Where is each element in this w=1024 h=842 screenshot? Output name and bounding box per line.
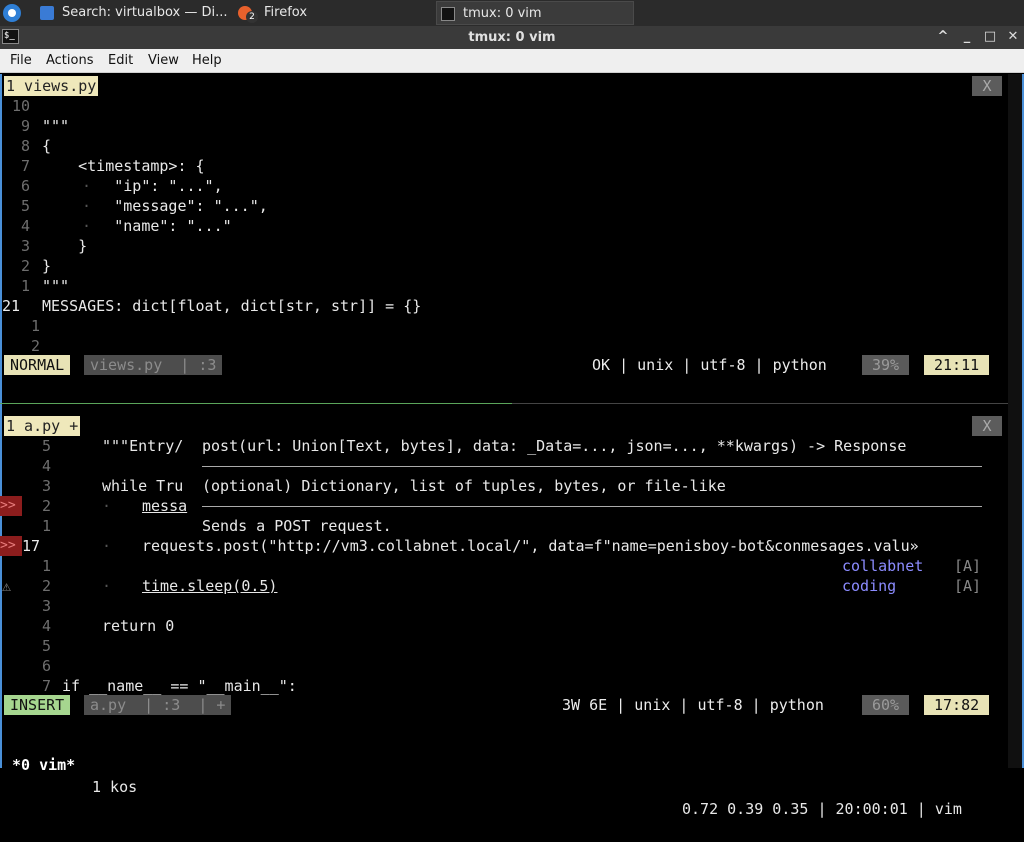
taskbar-task-label: tmux: 0 vim [463, 6, 542, 21]
scrollbar[interactable] [1008, 74, 1022, 768]
tmux-statusbar: *0 vim* 1 kos 0.72 0.39 0.35 | 20:00:01 … [2, 732, 1008, 818]
terminal-icon [441, 7, 455, 21]
signature-doc: (optional) Dictionary, list of tuples, b… [202, 477, 726, 495]
tab-views-py[interactable]: 1 views.py [4, 76, 99, 96]
error-sign: >> [0, 496, 22, 516]
scroll-percent: 60% [862, 695, 910, 715]
taskbar-task-label: Search: virtualbox — Di... [62, 5, 228, 20]
file-info: 3W 6E | unix | utf-8 | python [562, 696, 824, 714]
warning-icon: ⚠ [2, 577, 12, 595]
file-indicator: views.py | :3 [84, 355, 223, 375]
statusline-top: NORMAL views.py | :3 OK | unix | utf-8 |… [2, 355, 1002, 375]
error-sign: >> [0, 536, 22, 556]
minimize-button[interactable]: ^ [934, 28, 952, 46]
completion-item[interactable]: collabnet [A] [842, 556, 981, 576]
taskbar-task-tmux[interactable]: tmux: 0 vim [436, 1, 634, 25]
taskbar-task-label: Firefox [264, 5, 308, 20]
cursor-position: 21:11 [924, 355, 990, 375]
terminal[interactable]: 1 views.py X 10 9 """ 8{ 7 <timestamp>: {… [0, 74, 1024, 818]
tmux-window[interactable]: *0 vim* [12, 754, 75, 776]
mode-indicator: INSERT [4, 695, 71, 715]
statusline-bottom: INSERT a.py | :3 | + 3W 6E | unix | utf-… [2, 695, 1002, 715]
menu-file[interactable]: File [10, 49, 32, 73]
maximize-button[interactable]: _ [958, 28, 976, 46]
window-titlebar[interactable]: $_ tmux: 0 vim ^ _ □ ✕ [0, 26, 1024, 49]
taskbar-task-firefox[interactable]: 2 Firefox [236, 1, 432, 25]
taskbar-task-search[interactable]: Search: virtualbox — Di... [36, 1, 232, 25]
signature-divider [202, 506, 982, 507]
tmux-session: 1 kos [92, 778, 138, 796]
taskbar: Search: virtualbox — Di... 2 Firefox tmu… [0, 0, 1024, 26]
signature-summary: Sends a POST request. [202, 517, 392, 535]
menu-actions[interactable]: Actions [46, 49, 94, 73]
file-info: OK | unix | utf-8 | python [592, 356, 827, 374]
signature-help: post(url: Union[Text, bytes], data: _Dat… [202, 437, 907, 455]
menu-help[interactable]: Help [192, 49, 222, 73]
menu-edit[interactable]: Edit [108, 49, 133, 73]
completion-item[interactable]: coding [A] [842, 576, 981, 596]
cursor-position: 17:82 [924, 695, 990, 715]
close-tab-button[interactable]: X [972, 416, 1002, 436]
signature-divider [202, 466, 982, 467]
window-count-badge: 2 [246, 11, 258, 23]
close-tab-button[interactable]: X [972, 76, 1002, 96]
pane-separator[interactable] [0, 403, 1024, 405]
menu-view[interactable]: View [148, 49, 179, 73]
menu-bar: File Actions Edit View Help [0, 49, 1024, 73]
window-title: tmux: 0 vim [468, 30, 556, 45]
file-indicator: a.py | :3 | + [84, 695, 232, 715]
window-icon [40, 6, 54, 20]
mode-indicator: NORMAL [4, 355, 71, 375]
close-window-button[interactable]: ✕ [1004, 28, 1022, 46]
tab-a-py[interactable]: 1 a.py + [4, 416, 81, 436]
scroll-percent: 39% [862, 355, 910, 375]
restore-button[interactable]: □ [981, 28, 999, 46]
app-menu-logo-icon[interactable] [3, 4, 21, 22]
tmux-right-status: 0.72 0.39 0.35 | 20:00:01 | vim [682, 800, 962, 818]
